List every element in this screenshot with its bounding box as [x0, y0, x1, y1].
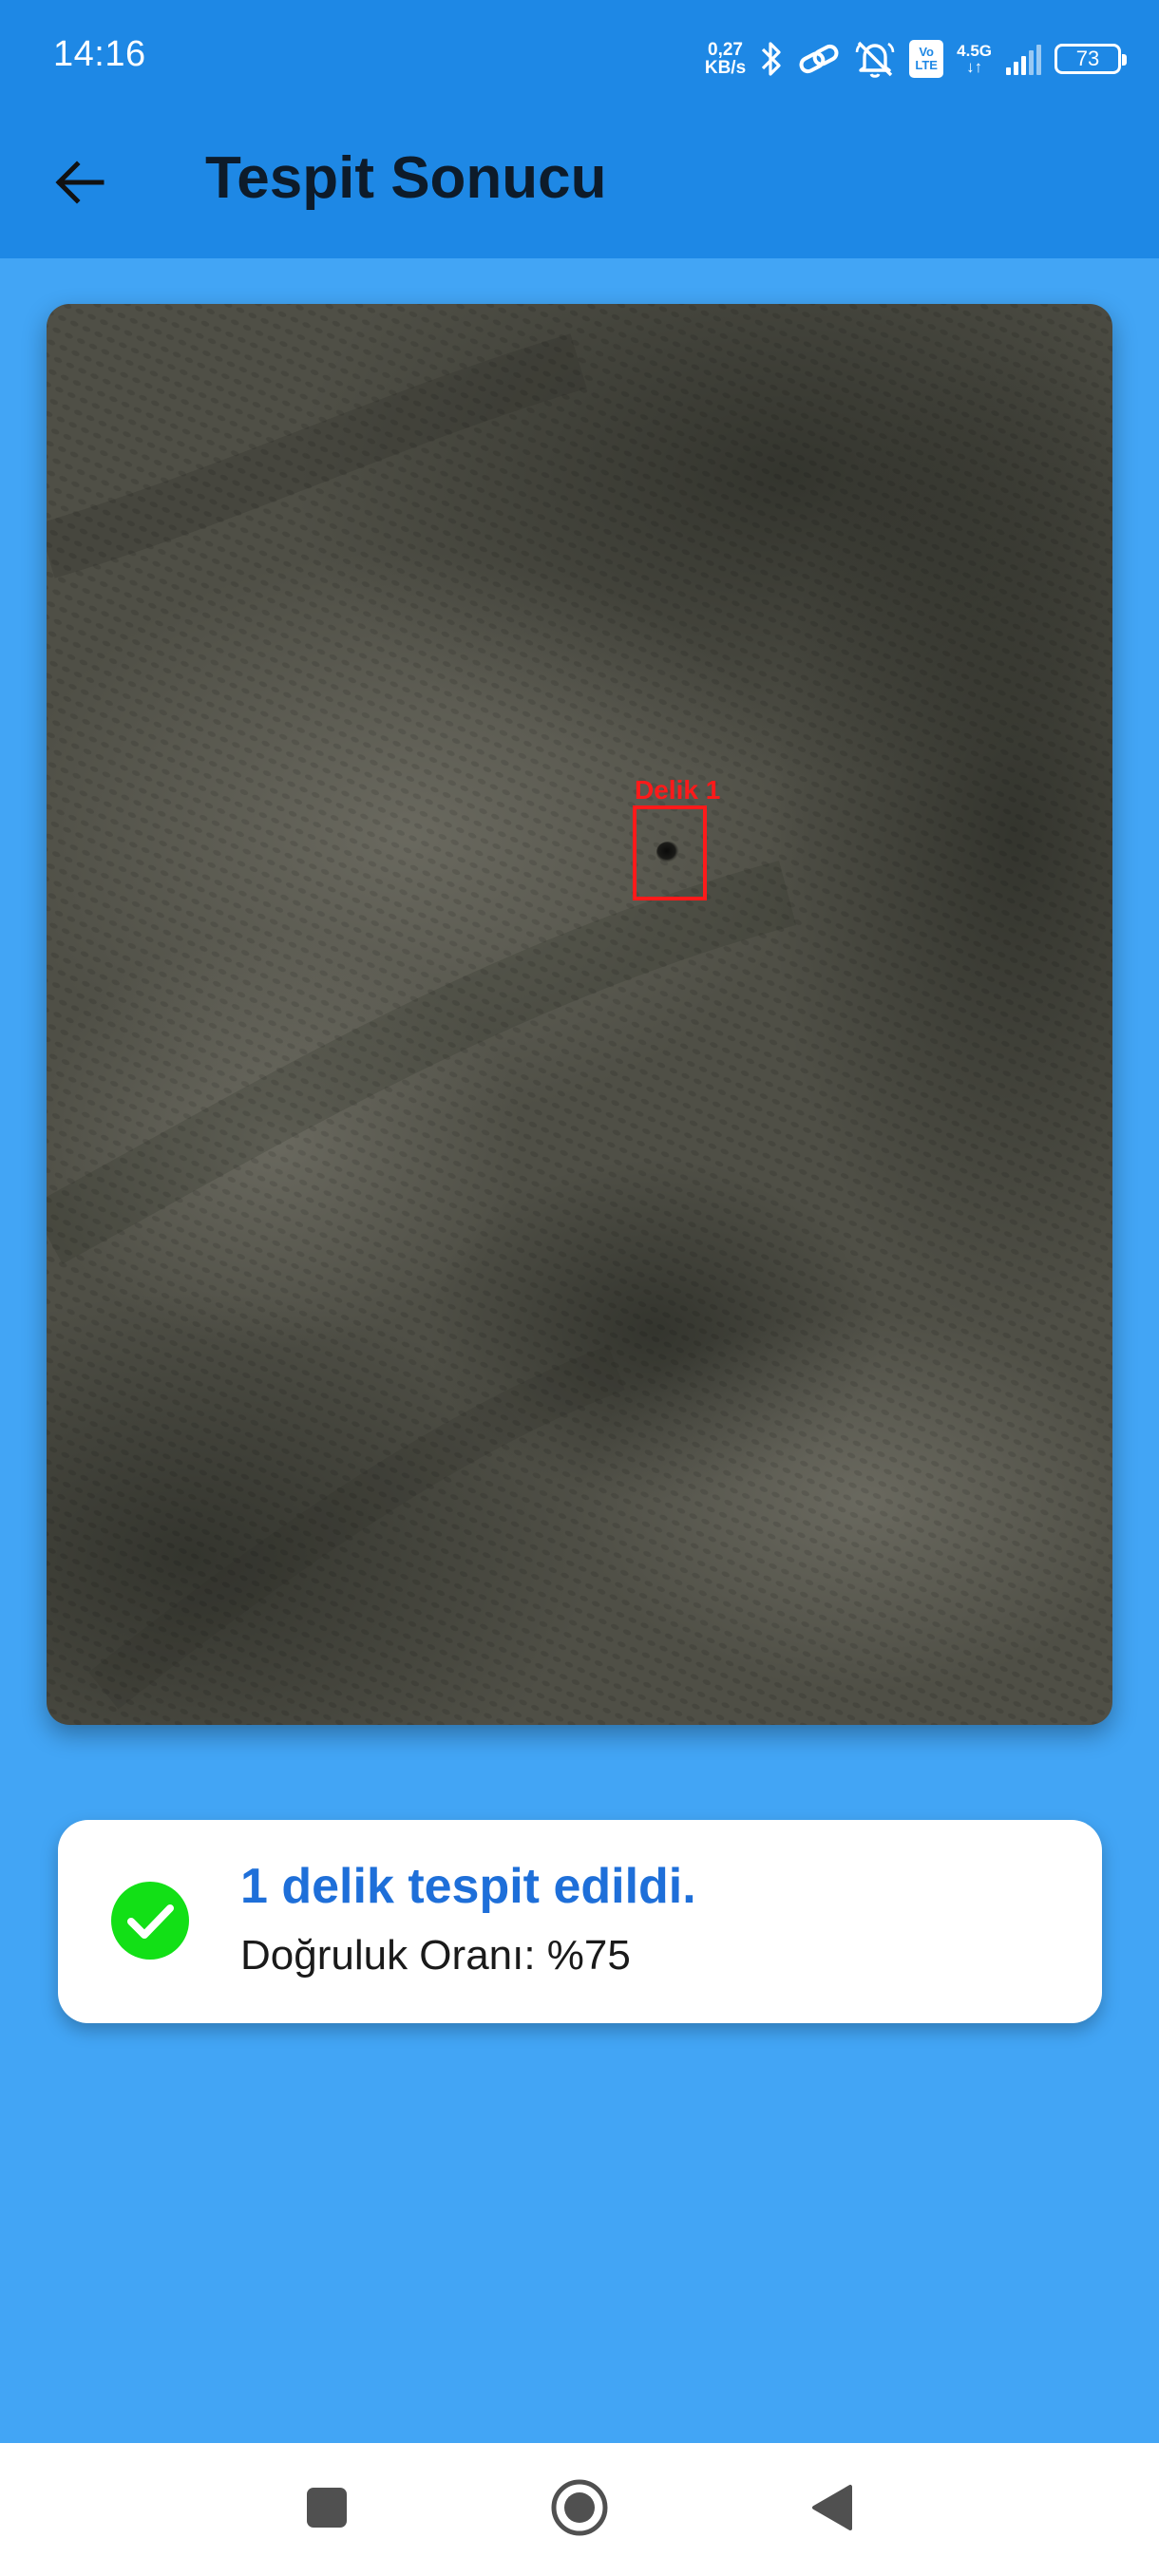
- network-speed-value: 0,27: [708, 40, 743, 60]
- volte-icon: Vo LTE: [909, 40, 944, 78]
- network-arrows: ↓↑: [966, 58, 983, 76]
- bluetooth-icon: [759, 39, 784, 79]
- volte-top-label: Vo: [919, 45, 934, 60]
- top-app-area: 14:16 0,27 KB/s Vo LTE 4.5G ↓↑ 73 Tespit…: [0, 0, 1159, 258]
- app-bar: Tespit Sonucu: [0, 116, 1159, 258]
- page-title: Tespit Sonucu: [205, 145, 607, 211]
- nav-back-button[interactable]: [794, 2472, 870, 2548]
- status-time: 14:16: [53, 34, 146, 74]
- back-icon: [810, 2484, 854, 2536]
- status-bar: 14:16 0,27 KB/s Vo LTE 4.5G ↓↑ 73: [0, 0, 1159, 116]
- arrow-left-icon: [53, 160, 106, 210]
- recents-icon: [305, 2486, 349, 2534]
- home-button[interactable]: [542, 2472, 618, 2548]
- back-button[interactable]: [42, 146, 118, 222]
- network-type-label: 4.5G: [957, 42, 992, 60]
- system-nav-bar: [0, 2443, 1159, 2576]
- muted-bell-icon: [854, 39, 896, 79]
- detection-label: Delik 1: [635, 775, 720, 805]
- volte-bottom-label: LTE: [915, 58, 938, 72]
- link-icon: [797, 42, 841, 76]
- check-circle-icon: [110, 1881, 190, 1960]
- result-card: 1 delik tespit edildi. Doğruluk Oranı: %…: [58, 1820, 1102, 2023]
- result-title: 1 delik tespit edildi.: [240, 1859, 696, 1914]
- accuracy-text: Doğruluk Oranı: %75: [240, 1932, 631, 1979]
- network-speed-unit: KB/s: [704, 58, 747, 78]
- detection-result-image: Delik 1: [47, 304, 1112, 1725]
- network-type: 4.5G ↓↑: [957, 43, 992, 75]
- status-icons: 0,27 KB/s Vo LTE 4.5G ↓↑ 73: [705, 30, 1127, 87]
- home-icon: [550, 2478, 609, 2542]
- battery-level: 73: [1075, 47, 1100, 70]
- battery-icon: 73: [1054, 44, 1127, 74]
- recents-button[interactable]: [289, 2472, 365, 2548]
- network-speed: 0,27 KB/s: [705, 41, 746, 77]
- signal-icon: [1005, 43, 1041, 75]
